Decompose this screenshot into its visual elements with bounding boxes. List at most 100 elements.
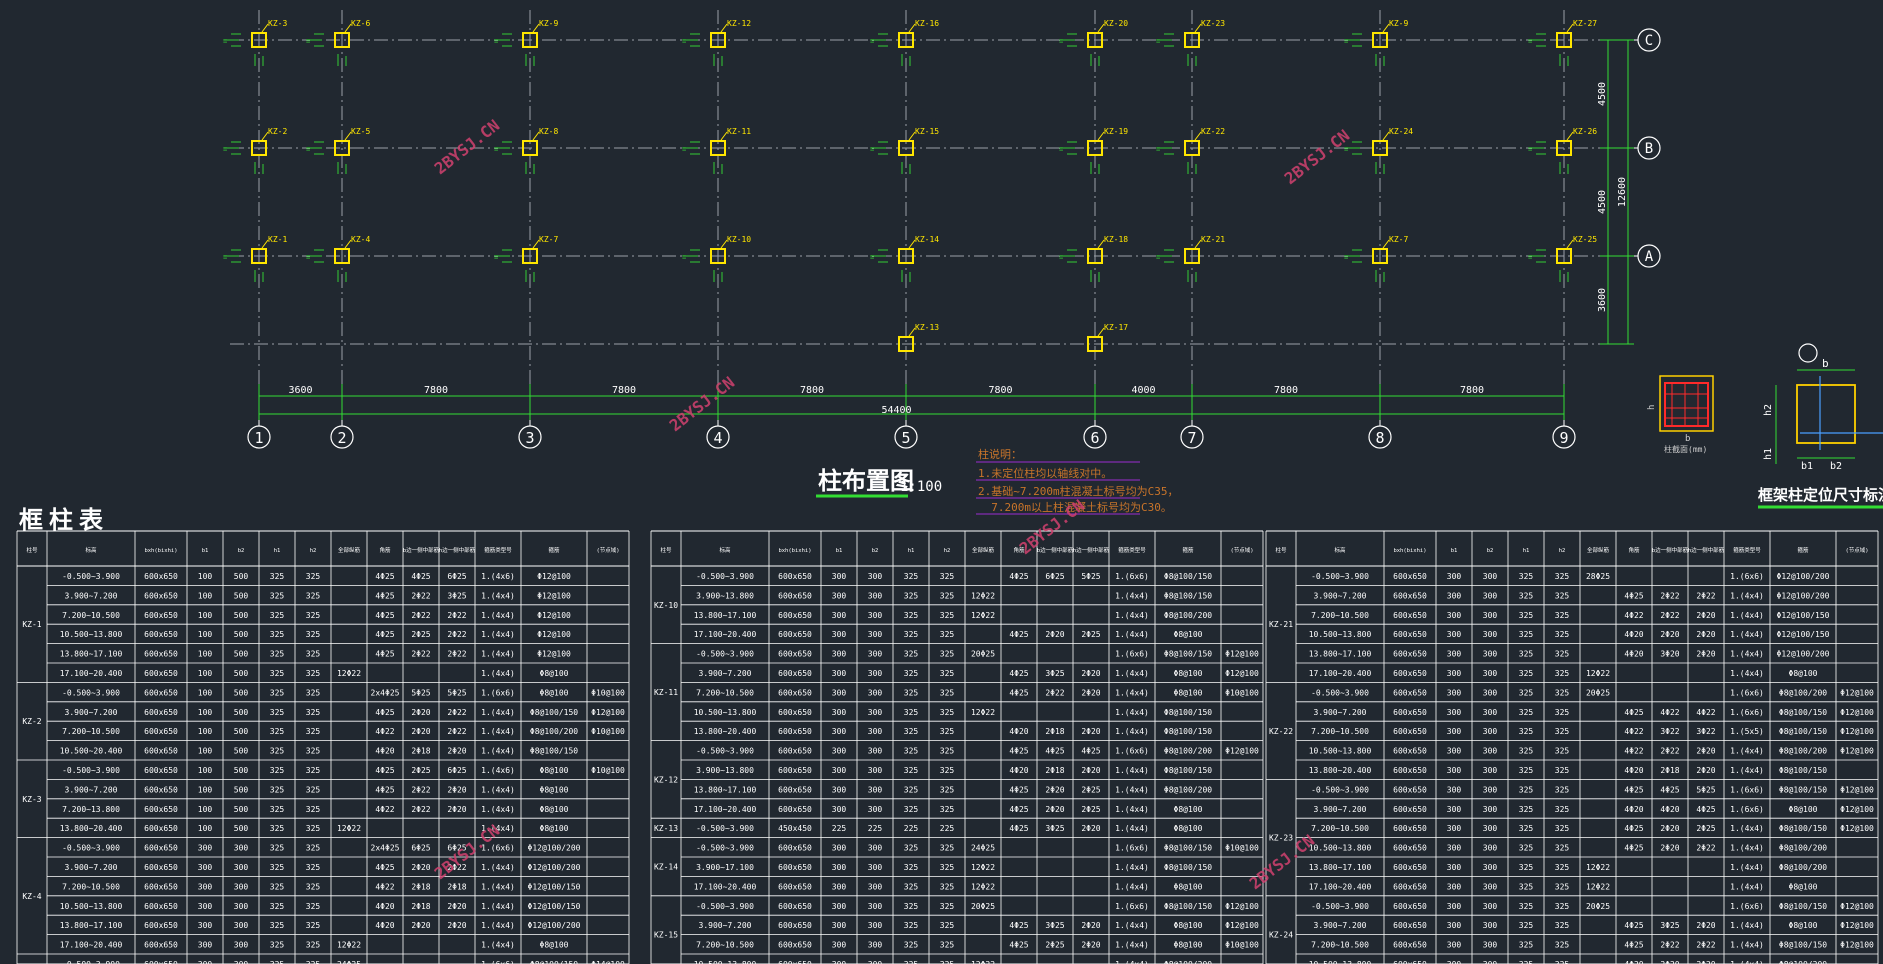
table-cell: 4Φ25 [1045,747,1064,756]
table-cell: 325 [270,572,285,581]
table-cell: 300 [234,844,249,853]
table-cell: 600x650 [1393,727,1427,736]
table-cell: 500 [234,785,249,794]
table-cell: 2Φ20 [1696,921,1715,930]
table-cell: 13.800~17.100 [1309,863,1372,872]
column-schedule-1: 柱号 标高 bxh(bixhi) b1 b2 h1 h2 全部纵筋 角筋 b边一侧中部筋 h边一侧中… [16,530,630,964]
table-cell: 1.(5x5) [1730,727,1764,736]
table-cell: 600x650 [144,669,178,678]
svg-text:9: 9 [1559,429,1568,447]
table-cell: 12Φ22 [971,863,995,872]
table-cell: 7.200~10.500 [1311,611,1369,620]
column-section-legend [1664,382,1709,427]
table-cell: 450x450 [778,824,812,833]
table-cell: 325 [270,650,285,659]
table-cell: 325 [904,785,919,794]
table-cell: 325 [1555,805,1570,814]
table-cell: Φ8@100 [1174,882,1203,891]
table-cell: Φ12@100 [1225,669,1259,678]
table-cell: 2Φ22 [1660,747,1679,756]
table-cell: 4Φ20 [375,747,394,756]
table-cell: 2Φ22 [1696,844,1715,853]
table-cell: 325 [940,650,955,659]
table-cell: 600x650 [144,727,178,736]
column-kz-25: ≡ KZ-25 [1528,235,1597,282]
svg-text:7: 7 [1187,429,1196,447]
table-cell: 1.(4x4) [481,591,515,600]
watermarks: 2BYSJ.CN 2BYSJ.CN2BYSJ.CN2BYSJ.CN2BYSJ.CN… [431,116,1353,893]
table-cell: 2Φ20 [1081,824,1100,833]
table-cell: 325 [1519,941,1534,950]
table-row: 17.100~20.400 600x650 300 300 325 325 12Φ22 1.(… [694,882,1203,891]
axis-bubble-6: 6 [1083,420,1107,449]
column-kz-27: ≡ KZ-27 [1528,19,1597,66]
notes-heading: 柱说明： [978,447,1022,461]
table-cell: 325 [1555,572,1570,581]
table-cell: 300 [198,882,213,891]
table-cell: 600x650 [1393,902,1427,911]
table-cell: 300 [868,708,883,717]
table-cell: 300 [1447,960,1462,964]
table-cell: Φ12@100/200 [528,844,581,853]
table-cell: 325 [306,941,321,950]
table-cell: 300 [1483,747,1498,756]
axis-bubble-4: 4 [706,420,730,449]
table-cell: 100 [198,669,213,678]
table-cell: 325 [270,882,285,891]
column-kz-17: KZ-17 [1087,323,1128,352]
table-cell: 600x650 [144,785,178,794]
table-cell: 600x650 [1393,844,1427,853]
table-cell: 1.(4x4) [1730,960,1764,964]
column-layout-plan: ≡KZ-3≡KZ-6≡KZ-9≡KZ-12≡KZ-16≡KZ-20≡KZ-23≡… [223,10,1661,449]
table-header: h2 [944,548,951,554]
table-cell: 24Φ25 [971,844,995,853]
table-cell: 1.(4x4) [1730,824,1764,833]
table-cell: 17.100~20.400 [694,630,757,639]
table-cell: 600x650 [144,591,178,600]
table-cell: 300 [198,960,213,964]
table-cell: Φ12@100/200 [1777,572,1830,581]
table-cell: 4Φ25 [375,630,394,639]
table-cell: 325 [270,805,285,814]
table-cell: 4Φ22 [1624,611,1643,620]
table-cell: 2Φ20 [1696,611,1715,620]
table-cell: 4Φ20 [375,921,394,930]
column-kz-14: ≡ KZ-14 [870,235,939,282]
table-cell: -0.500~3.900 [62,572,120,581]
table-cell: 225 [868,824,883,833]
table-cell: 325 [1519,630,1534,639]
table-cell: 600x650 [1393,882,1427,891]
table-cell: 325 [1555,785,1570,794]
table-cell: 2Φ20 [447,921,466,930]
table-row: 10.500~13.800 600x650 300 300 325 325 4Φ20 2Φ20… [1309,630,1830,639]
table-row: 13.800~17.100 600x650 100 500 325 325 4Φ25 2Φ22… [60,650,571,659]
table-cell: -0.500~3.900 [696,747,754,756]
span-dim: 7800 [612,385,636,396]
table-row: 10.500~13.800 600x650 100 500 325 325 4Φ25 2Φ25… [60,630,571,639]
table-cell: 325 [940,688,955,697]
table-cell: Φ8@100/150 [1164,591,1212,600]
column-kz-3: ≡ KZ-3 [223,19,287,66]
table-cell: 100 [198,824,213,833]
column-label: KZ-22 [1201,127,1225,136]
axis-bubble-2: 2 [330,420,354,449]
table-cell: 20Φ25 [1586,688,1610,697]
table-cell: 300 [868,669,883,678]
table-cell: 225 [832,824,847,833]
table-cell: Φ8@100 [1789,805,1818,814]
column-id: KZ-15 [654,931,678,940]
table-row: 17.100~20.400 600x650 300 300 325 325 4Φ25 2Φ20… [694,805,1203,814]
table-row: 7.200~10.500 600x650 100 500 325 325 4Φ22 2Φ20 2… [62,727,625,736]
table-cell: 300 [868,630,883,639]
svg-text:≡: ≡ [870,37,874,45]
table-cell: 300 [1447,747,1462,756]
table-cell: 325 [940,669,955,678]
table-cell: 1.(6x6) [1730,805,1764,814]
table-cell: 4Φ25 [1081,747,1100,756]
column-id: KZ-13 [654,824,678,833]
table-header: 柱号 [26,546,38,554]
table-cell: 2Φ18 [1045,766,1064,775]
detail-b2-label: b2 [1830,461,1842,472]
column-kz-20: ≡ KZ-20 [1059,19,1128,66]
table-cell: Φ8@100/200 [1779,688,1827,697]
